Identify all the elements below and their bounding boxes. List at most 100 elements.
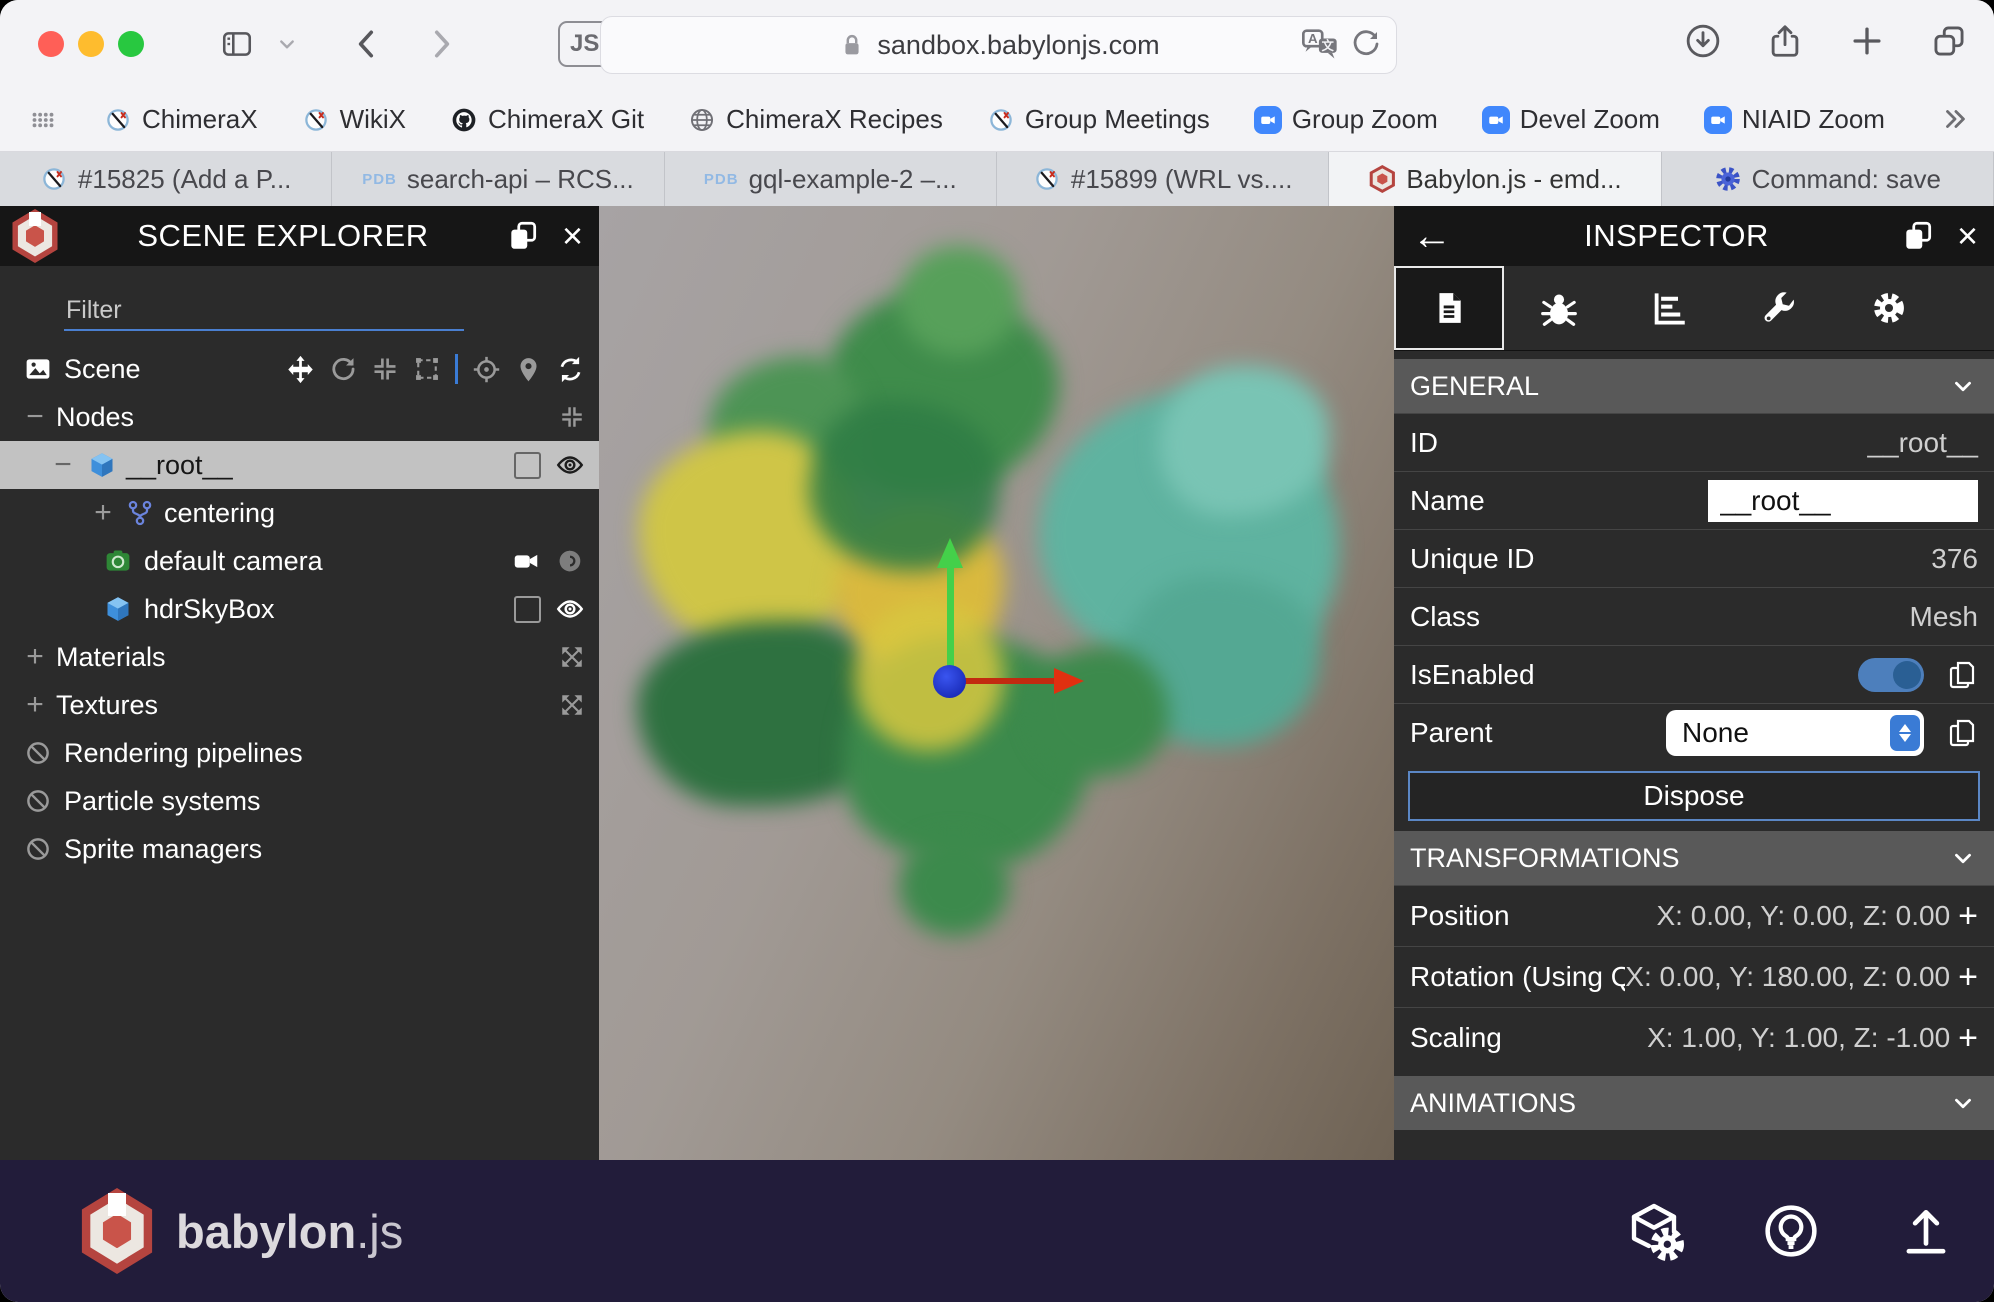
expand-all-icon[interactable] — [559, 692, 585, 718]
scale-gizmo-icon[interactable] — [371, 355, 399, 383]
forward-button[interactable] — [424, 27, 458, 61]
picker-target-icon[interactable] — [472, 355, 501, 384]
close-panel-icon[interactable]: × — [546, 215, 599, 257]
back-button[interactable] — [350, 27, 384, 61]
visibility-eye-dim-icon[interactable] — [555, 546, 585, 576]
bookmark-niaid-zoom[interactable]: NIAID Zoom — [1704, 104, 1885, 135]
copy-icon[interactable] — [1946, 717, 1978, 749]
downloads-icon[interactable] — [1684, 22, 1722, 60]
bookmark-devel-zoom[interactable]: Devel Zoom — [1482, 104, 1660, 135]
bookmark-chimerax-recipes[interactable]: ChimeraX Recipes — [688, 104, 943, 135]
tree-row-rendering-pipelines[interactable]: Rendering pipelines — [0, 729, 599, 777]
tree-row-root[interactable]: − __root__ — [0, 441, 599, 489]
bookmark-group-meetings[interactable]: Group Meetings — [987, 104, 1210, 135]
expand-vector-icon[interactable]: + — [1958, 897, 1978, 936]
popout-panel-icon[interactable] — [506, 219, 540, 253]
inspector-tab-strip — [1394, 266, 1994, 351]
translate-icon[interactable] — [1300, 26, 1340, 62]
copy-icon[interactable] — [1946, 659, 1978, 691]
back-arrow-icon[interactable]: ← — [1412, 214, 1452, 259]
tab-15825[interactable]: #15825 (Add a P... — [0, 152, 332, 206]
tab-bar: #15825 (Add a P... PDBsearch-api – RCS..… — [0, 152, 1994, 206]
tree-row-nodes[interactable]: − Nodes — [0, 393, 599, 441]
collapse-icon[interactable]: − — [20, 400, 50, 434]
bookmarks-grid-icon[interactable] — [26, 103, 60, 137]
pin-icon[interactable] — [515, 356, 542, 383]
expand-icon[interactable]: + — [20, 640, 50, 674]
tab-overview-icon[interactable] — [1930, 22, 1968, 60]
tab-properties[interactable] — [1394, 266, 1504, 350]
tree-row-sprite-managers[interactable]: Sprite managers — [0, 825, 599, 873]
tree-row-default-camera[interactable]: default camera — [0, 537, 599, 585]
tree-row-particle-systems[interactable]: Particle systems — [0, 777, 599, 825]
command-save-icon — [1714, 165, 1742, 193]
address-bar[interactable]: sandbox.babylonjs.com — [600, 16, 1397, 74]
visibility-eye-icon[interactable] — [555, 450, 585, 480]
visibility-eye-icon[interactable] — [555, 594, 585, 624]
translate-gizmo-icon[interactable] — [286, 355, 315, 384]
viewport-3d[interactable] — [599, 206, 1394, 1160]
share-icon[interactable] — [1766, 22, 1804, 60]
bookmark-chimerax[interactable]: ChimeraX — [104, 104, 258, 135]
lightbulb-icon[interactable] — [1762, 1202, 1820, 1260]
bookmark-chimerax-git[interactable]: ChimeraX Git — [450, 104, 644, 135]
bookmark-wikix[interactable]: WikiX — [302, 104, 406, 135]
bounding-box-checkbox[interactable] — [514, 596, 541, 623]
expand-vector-icon[interactable]: + — [1958, 1019, 1978, 1058]
bounding-box-gizmo-icon[interactable] — [413, 355, 441, 383]
tab-15899[interactable]: #15899 (WRL vs.... — [997, 152, 1329, 206]
zoom-window-button[interactable] — [118, 31, 144, 57]
expand-icon[interactable]: + — [20, 688, 50, 722]
expand-all-icon[interactable] — [559, 644, 585, 670]
section-transformations[interactable]: TRANSFORMATIONS — [1394, 831, 1994, 885]
zoom-icon — [1254, 106, 1282, 134]
environment-settings-icon[interactable] — [1624, 1201, 1684, 1261]
tab-statistics[interactable] — [1614, 266, 1724, 350]
popout-panel-icon[interactable] — [1901, 219, 1935, 253]
tab-tools[interactable] — [1724, 266, 1834, 350]
active-camera-icon[interactable] — [511, 546, 541, 576]
section-animations[interactable]: ANIMATIONS — [1394, 1076, 1994, 1130]
parent-select[interactable]: None — [1666, 710, 1924, 756]
dispose-button[interactable]: Dispose — [1408, 771, 1980, 821]
expand-icon[interactable]: + — [88, 496, 118, 530]
filter-field[interactable] — [64, 292, 464, 331]
rotate-gizmo-icon[interactable] — [329, 355, 357, 383]
tab-debug[interactable] — [1504, 266, 1614, 350]
chimerax-icon — [987, 106, 1015, 134]
minimize-window-button[interactable] — [78, 31, 104, 57]
gizmo-origin-dot[interactable] — [933, 665, 966, 698]
collapse-icon[interactable]: − — [48, 448, 78, 482]
reload-icon[interactable] — [1350, 28, 1382, 60]
tree-row-centering[interactable]: + centering — [0, 489, 599, 537]
tab-command-save[interactable]: Command: save — [1662, 152, 1994, 206]
zoom-icon — [1704, 106, 1732, 134]
new-tab-icon[interactable] — [1848, 22, 1886, 60]
filter-input[interactable] — [64, 292, 468, 329]
tab-gql-example[interactable]: PDBgql-example-2 –... — [665, 152, 997, 206]
section-general[interactable]: GENERAL — [1394, 359, 1994, 413]
tab-settings[interactable] — [1834, 266, 1944, 350]
refresh-icon[interactable] — [556, 355, 585, 384]
expand-vector-icon[interactable]: + — [1958, 958, 1978, 997]
tree-row-materials[interactable]: + Materials — [0, 633, 599, 681]
close-window-button[interactable] — [38, 31, 64, 57]
chimerax-icon — [104, 106, 132, 134]
isenabled-toggle[interactable] — [1858, 658, 1924, 692]
compress-tree-icon[interactable] — [559, 404, 585, 430]
bounding-box-checkbox[interactable] — [514, 452, 541, 479]
tree-row-hdrskybox[interactable]: hdrSkyBox — [0, 585, 599, 633]
chevron-down-icon — [1948, 1088, 1978, 1118]
tab-search-api[interactable]: PDBsearch-api – RCS... — [332, 152, 664, 206]
close-panel-icon[interactable]: × — [1941, 215, 1994, 257]
gizmo-x-axis[interactable] — [954, 678, 1054, 684]
scene-row[interactable]: Scene — [0, 345, 599, 393]
sidebar-toggle-icon[interactable] — [220, 27, 254, 61]
bookmarks-overflow-icon[interactable] — [1940, 104, 1970, 134]
name-input[interactable] — [1708, 480, 1978, 522]
sidebar-chevron-down-icon[interactable] — [274, 31, 300, 57]
export-upload-icon[interactable] — [1898, 1203, 1954, 1259]
bookmark-group-zoom[interactable]: Group Zoom — [1254, 104, 1438, 135]
tree-row-textures[interactable]: + Textures — [0, 681, 599, 729]
tab-babylonjs-active[interactable]: Babylon.js - emd... — [1329, 152, 1661, 206]
